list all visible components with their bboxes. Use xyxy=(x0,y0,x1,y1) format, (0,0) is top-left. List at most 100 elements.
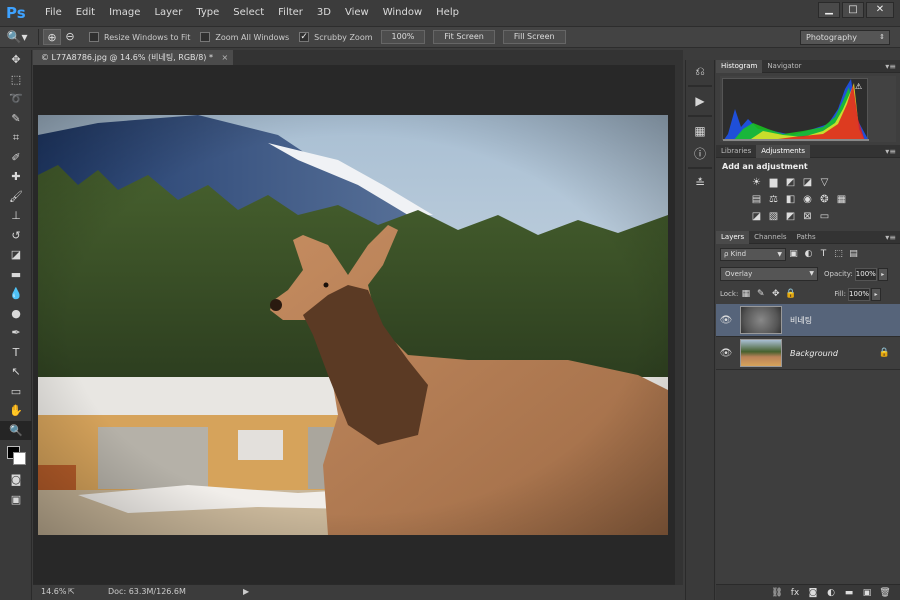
blur-tool-icon[interactable]: 💧 xyxy=(0,284,32,304)
export-icon[interactable]: ⇱ xyxy=(68,587,108,596)
status-zoom[interactable]: 14.6% xyxy=(33,587,68,596)
eyedropper-tool-icon[interactable]: ✐ xyxy=(0,148,32,168)
menu-file[interactable]: File xyxy=(38,0,69,26)
type-filter-icon[interactable]: T xyxy=(816,249,831,259)
layer-style-icon[interactable]: fx xyxy=(786,588,804,598)
document-tab[interactable]: © L77A8786.jpg @ 14.6% (비네팅, RGB/8) * × xyxy=(33,50,233,65)
menu-type[interactable]: Type xyxy=(189,0,226,26)
minimize-button[interactable]: ▁ xyxy=(818,2,840,18)
lasso-tool-icon[interactable]: ➰ xyxy=(0,89,32,109)
actions-play-icon[interactable]: ▶ xyxy=(686,90,714,112)
properties-icon[interactable]: ▦ xyxy=(686,120,714,142)
pen-tool-icon[interactable]: ✒ xyxy=(0,323,32,343)
vibrance-icon[interactable]: ▽ xyxy=(816,176,833,190)
type-tool-icon[interactable]: T xyxy=(0,343,32,363)
color-balance-icon[interactable]: ⚖ xyxy=(765,193,782,207)
delete-layer-icon[interactable]: 🗑 xyxy=(876,588,894,598)
tab-navigator[interactable]: Navigator xyxy=(762,60,806,73)
add-mask-icon[interactable]: ◙ xyxy=(804,588,822,598)
tab-adjustments[interactable]: Adjustments xyxy=(756,144,811,158)
selective-color-icon[interactable]: ⊠ xyxy=(799,210,816,224)
zoom-in-icon[interactable]: ⊕ xyxy=(43,29,61,45)
maximize-button[interactable]: □ xyxy=(842,2,864,18)
layer-thumbnail[interactable] xyxy=(740,306,782,334)
opacity-input[interactable]: 100% xyxy=(854,267,877,281)
eye-icon[interactable]: 👁 xyxy=(716,315,736,326)
gradient-tool-icon[interactable]: ▬ xyxy=(0,265,32,285)
new-layer-icon[interactable]: ▣ xyxy=(858,588,876,598)
menu-3d[interactable]: 3D xyxy=(310,0,338,26)
lock-transparent-icon[interactable]: ▦ xyxy=(738,289,753,299)
info-icon[interactable]: ⓘ xyxy=(686,142,714,164)
path-selection-tool-icon[interactable]: ↖ xyxy=(0,362,32,382)
layer-name[interactable]: Background xyxy=(790,349,838,358)
resize-windows-checkbox[interactable]: Resize Windows to Fit xyxy=(89,32,190,42)
warning-icon[interactable]: ⚠ xyxy=(855,82,864,91)
brush-tool-icon[interactable]: 🖌 xyxy=(0,187,32,207)
new-adjustment-layer-icon[interactable]: ◐ xyxy=(822,588,840,598)
curves-icon[interactable]: ◩ xyxy=(782,176,799,190)
crop-tool-icon[interactable]: ⌗ xyxy=(0,128,32,148)
eraser-tool-icon[interactable]: ◪ xyxy=(0,245,32,265)
marquee-tool-icon[interactable]: ⬚ xyxy=(0,70,32,90)
tab-paths[interactable]: Paths xyxy=(792,231,821,244)
pixel-filter-icon[interactable]: ▣ xyxy=(786,249,801,259)
layer-item-background[interactable]: 👁 Background 🔒 xyxy=(716,337,900,370)
zoom-tool-icon[interactable]: 🔍 xyxy=(0,420,32,440)
exposure-icon[interactable]: ◪ xyxy=(799,176,816,190)
workspace-select[interactable]: Photography ⇕ xyxy=(800,30,890,45)
levels-icon[interactable]: ▆ xyxy=(765,176,782,190)
hue-saturation-icon[interactable]: ▤ xyxy=(748,193,765,207)
link-layers-icon[interactable]: ⛓ xyxy=(768,588,786,598)
blend-mode-select[interactable]: Overlay ▼ xyxy=(720,267,818,281)
invert-icon[interactable]: ◪ xyxy=(748,210,765,224)
close-button[interactable]: ✕ xyxy=(866,2,894,18)
paragraph-icon[interactable]: ≛ xyxy=(686,172,714,194)
layer-name[interactable]: 비네팅 xyxy=(790,315,812,326)
tab-histogram[interactable]: Histogram xyxy=(716,59,763,73)
black-white-icon[interactable]: ◧ xyxy=(782,193,799,207)
tab-layers[interactable]: Layers xyxy=(716,230,750,244)
opacity-dropdown-icon[interactable]: ▸ xyxy=(877,267,888,281)
shape-filter-icon[interactable]: ⬚ xyxy=(831,249,846,259)
layer-thumbnail[interactable] xyxy=(740,339,782,367)
fill-dropdown-icon[interactable]: ▸ xyxy=(871,287,882,301)
history-icon[interactable]: ⎌ xyxy=(686,60,714,82)
brightness-contrast-icon[interactable]: ☀ xyxy=(748,176,765,190)
layer-item-vignette[interactable]: 👁 비네팅 xyxy=(716,304,900,337)
rectangle-tool-icon[interactable]: ▭ xyxy=(0,382,32,402)
color-lookup-icon[interactable]: ▦ xyxy=(833,193,850,207)
lock-pixels-icon[interactable]: ✎ xyxy=(753,289,768,299)
dodge-tool-icon[interactable]: ● xyxy=(0,304,32,324)
photo-filter-icon[interactable]: ◉ xyxy=(799,193,816,207)
layer-kind-select[interactable]: ρ Kind ▼ xyxy=(720,247,786,261)
background-color-swatch[interactable] xyxy=(13,452,26,465)
adjustment-filter-icon[interactable]: ◐ xyxy=(801,249,816,259)
healing-brush-tool-icon[interactable]: ✚ xyxy=(0,167,32,187)
image-canvas[interactable] xyxy=(38,115,668,535)
menu-window[interactable]: Window xyxy=(376,0,429,26)
menu-image[interactable]: Image xyxy=(102,0,147,26)
lock-all-icon[interactable]: 🔒 xyxy=(783,289,798,299)
posterize-icon[interactable]: ▧ xyxy=(765,210,782,224)
menu-view[interactable]: View xyxy=(338,0,376,26)
vertical-scrollbar[interactable] xyxy=(675,65,683,585)
quick-select-tool-icon[interactable]: ✎ xyxy=(0,109,32,129)
panel-menu-icon[interactable]: ▾≡ xyxy=(885,60,896,73)
threshold-icon[interactable]: ◩ xyxy=(782,210,799,224)
status-arrow-icon[interactable]: ▶ xyxy=(243,587,249,596)
zoom-100-button[interactable]: 100% xyxy=(380,30,426,44)
lock-position-icon[interactable]: ✥ xyxy=(768,289,783,299)
panel-menu-icon[interactable]: ▾≡ xyxy=(885,145,896,158)
eye-icon[interactable]: 👁 xyxy=(716,348,736,359)
fill-screen-button[interactable]: Fill Screen xyxy=(502,30,566,44)
channel-mixer-icon[interactable]: ❂ xyxy=(816,193,833,207)
panel-menu-icon[interactable]: ▾≡ xyxy=(885,231,896,244)
smart-object-filter-icon[interactable]: ▤ xyxy=(846,249,861,259)
menu-filter[interactable]: Filter xyxy=(271,0,310,26)
hand-tool-icon[interactable]: ✋ xyxy=(0,401,32,421)
menu-select[interactable]: Select xyxy=(226,0,271,26)
new-group-icon[interactable]: ▬ xyxy=(840,588,858,598)
menu-help[interactable]: Help xyxy=(429,0,466,26)
quick-mask-icon[interactable]: ◙ xyxy=(0,470,32,490)
